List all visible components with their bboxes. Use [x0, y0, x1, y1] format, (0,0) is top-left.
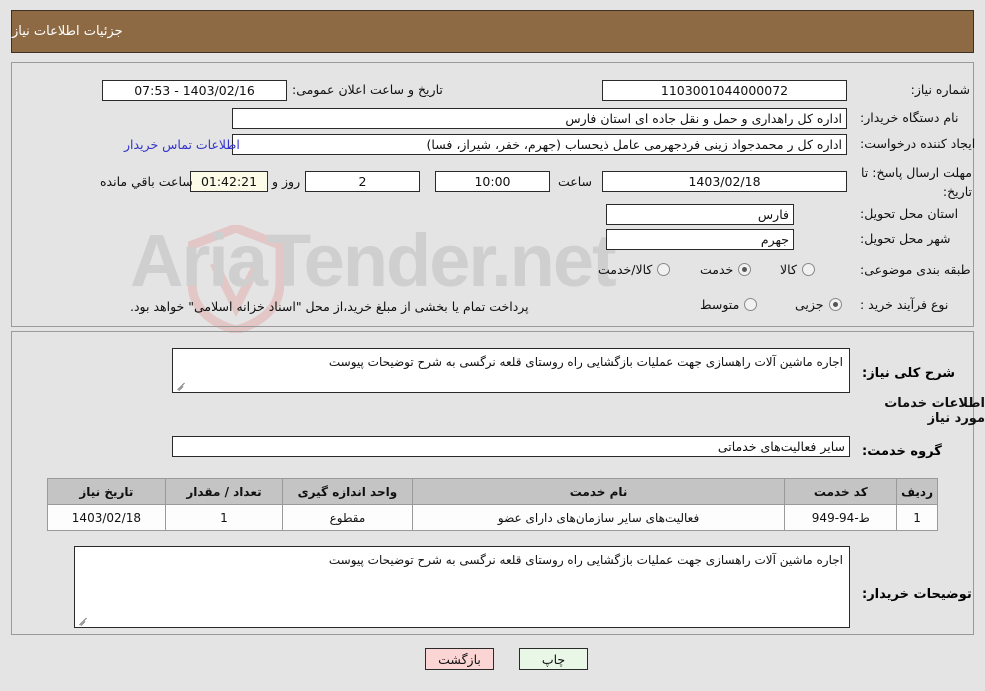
- need-number-value: 1103001044000072: [602, 80, 847, 101]
- need-number-label: شماره نیاز:: [910, 82, 970, 97]
- page-title: جزئیات اطلاعات نیاز: [12, 24, 123, 39]
- service-group-label: گروه خدمت:: [862, 444, 942, 459]
- radio-dot-icon[interactable]: [744, 298, 758, 311]
- buyer-notes-value: اجاره ماشین آلات راهسازی جهت عملیات بازگ…: [328, 553, 843, 567]
- resize-grip-icon[interactable]: [78, 615, 88, 625]
- delivery-city-label: شهر محل تحویل:: [860, 231, 951, 246]
- general-description-label: شرح کلی نیاز:: [862, 366, 956, 381]
- purchase-process-label: نوع فرآیند خرید :: [860, 297, 949, 312]
- process-option-label: جزیی: [795, 297, 824, 312]
- print-button[interactable]: چاپ: [519, 648, 588, 670]
- delivery-province-value: فارس: [606, 204, 794, 225]
- deadline-time-value: 10:00: [435, 171, 550, 192]
- buyer-org-value: اداره کل راهداری و حمل و نقل جاده ای است…: [232, 108, 847, 129]
- service-group-value: سایر فعالیت‌های خدماتی: [172, 436, 850, 457]
- buyer-notes-label: توضیحات خریدار:: [862, 587, 972, 602]
- col-row-no: ردیف: [896, 478, 938, 505]
- hour-word-label: ساعت: [558, 174, 593, 189]
- deadline-label: مهلت ارسال پاسخ: تا تاریخ:: [861, 165, 972, 199]
- radio-dot-icon[interactable]: [801, 263, 815, 276]
- cell-service-code: ط-94-949: [784, 504, 898, 531]
- services-section-heading: اطلاعات خدمات مورد نیاز: [884, 396, 985, 426]
- col-quantity: تعداد / مقدار: [164, 478, 284, 505]
- category-option-label: کالا/خدمت: [598, 262, 653, 277]
- general-description-textarea[interactable]: اجاره ماشین آلات راهسازی جهت عملیات بازگ…: [172, 348, 850, 393]
- countdown-timer-value: 01:42:21: [190, 171, 268, 192]
- table-row: 1 ط-94-949 فعالیت‌های سایر سازمان‌های دا…: [47, 504, 938, 531]
- buyer-org-label: نام دستگاه خریدار:: [860, 110, 959, 125]
- cell-row-no: 1: [896, 504, 938, 531]
- general-description-value: اجاره ماشین آلات راهسازی جهت عملیات بازگ…: [328, 355, 843, 369]
- process-option-label: متوسط: [700, 297, 740, 312]
- remaining-days-value: 2: [305, 171, 420, 192]
- window-title-bar: جزئیات اطلاعات نیاز: [11, 10, 974, 53]
- services-table: ردیف کد خدمت نام خدمت واحد اندازه گیری ت…: [47, 478, 938, 531]
- cell-need-date: 1403/02/18: [47, 504, 166, 531]
- table-header-row: ردیف کد خدمت نام خدمت واحد اندازه گیری ت…: [47, 478, 938, 505]
- radio-dot-icon[interactable]: [828, 298, 842, 311]
- radio-dot-icon[interactable]: [657, 263, 671, 276]
- remaining-hours-label: ساعت باقي مانده: [100, 174, 193, 189]
- announce-datetime-value: 1403/02/16 - 07:53: [102, 80, 287, 101]
- col-service-name: نام خدمت: [411, 478, 786, 505]
- cell-unit: مقطوع: [282, 504, 413, 531]
- cell-service-name: فعالیت‌های سایر سازمان‌های دارای عضو: [411, 504, 786, 531]
- col-service-code: کد خدمت: [784, 478, 898, 505]
- col-need-date: تاریخ نیاز: [47, 478, 166, 505]
- process-radio-jozei[interactable]: جزیی: [795, 297, 842, 312]
- requester-value: اداره کل ر محمدجواد زینی فردجهرمی عامل ذ…: [232, 134, 847, 155]
- category-radio-kala-khedmat[interactable]: کالا/خدمت: [598, 262, 671, 277]
- buyer-notes-textarea[interactable]: اجاره ماشین آلات راهسازی جهت عملیات بازگ…: [74, 546, 850, 628]
- radio-dot-icon[interactable]: [738, 263, 752, 276]
- category-label: طبقه بندی موضوعی:: [860, 262, 971, 277]
- delivery-city-value: جهرم: [606, 229, 794, 250]
- col-unit: واحد اندازه گیری: [282, 478, 413, 505]
- category-option-label: کالا: [780, 262, 797, 277]
- delivery-province-label: استان محل تحویل:: [860, 206, 959, 221]
- announce-datetime-label: تاریخ و ساعت اعلان عمومی:: [292, 82, 443, 97]
- buyer-contact-link[interactable]: اطلاعات تماس خریدار: [124, 137, 240, 152]
- day-and-word-label: روز و: [272, 174, 301, 189]
- process-radio-motevaset[interactable]: متوسط: [700, 297, 758, 312]
- need-info-panel: [11, 62, 974, 327]
- payment-note-text: پرداخت تمام یا بخشی از مبلغ خرید،از محل …: [130, 299, 529, 314]
- resize-grip-icon[interactable]: [176, 380, 186, 390]
- category-option-label: خدمت: [700, 262, 734, 277]
- back-button[interactable]: بازگشت: [425, 648, 494, 670]
- category-radio-khedmat[interactable]: خدمت: [700, 262, 752, 277]
- category-radio-kala[interactable]: کالا: [780, 262, 815, 277]
- cell-quantity: 1: [164, 504, 284, 531]
- page-root: AriaTender.net جزئیات اطلاعات نیاز شماره…: [0, 0, 985, 691]
- requester-label: ایجاد کننده درخواست:: [860, 136, 976, 151]
- deadline-date-value: 1403/02/18: [602, 171, 847, 192]
